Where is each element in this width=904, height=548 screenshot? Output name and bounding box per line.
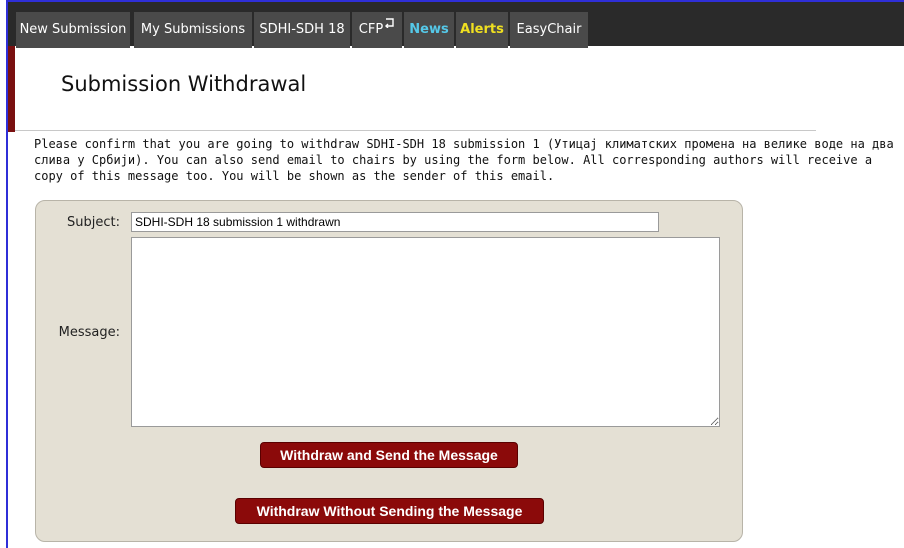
- message-textarea[interactable]: [131, 237, 720, 427]
- nav-alerts[interactable]: Alerts: [456, 12, 508, 48]
- nav-easychair[interactable]: EasyChair: [510, 12, 588, 48]
- intro-text: Please confirm that you are going to wit…: [34, 137, 894, 183]
- message-label: Message:: [58, 325, 120, 340]
- top-navbar: New Submission My Submissions SDHI-SDH 1…: [8, 2, 904, 48]
- nav-my-submissions-label: My Submissions: [140, 22, 246, 37]
- nav-alerts-label: Alerts: [460, 22, 504, 37]
- nav-new-submission[interactable]: New Submission: [16, 12, 130, 48]
- nav-my-submissions[interactable]: My Submissions: [134, 12, 252, 48]
- nav-easychair-label: EasyChair: [516, 22, 582, 37]
- nav-cfp-label: CFP: [358, 22, 384, 37]
- header-accent-bar: [8, 46, 15, 132]
- header-divider: [15, 130, 816, 131]
- nav-news-label: News: [409, 22, 449, 37]
- withdraw-without-sending-button[interactable]: Withdraw Without Sending the Message: [235, 498, 544, 524]
- nav-cfp[interactable]: CFP: [352, 12, 402, 48]
- return-arrow-icon: [385, 18, 394, 28]
- page-title: Submission Withdrawal: [61, 72, 307, 96]
- nav-conference-label: SDHI-SDH 18: [259, 22, 345, 37]
- withdraw-and-send-button[interactable]: Withdraw and Send the Message: [260, 442, 518, 468]
- nav-new-submission-label: New Submission: [19, 22, 127, 37]
- nav-conference[interactable]: SDHI-SDH 18: [254, 12, 350, 48]
- subject-input[interactable]: [131, 212, 659, 232]
- subject-label: Subject:: [67, 215, 120, 230]
- nav-news[interactable]: News: [404, 12, 454, 48]
